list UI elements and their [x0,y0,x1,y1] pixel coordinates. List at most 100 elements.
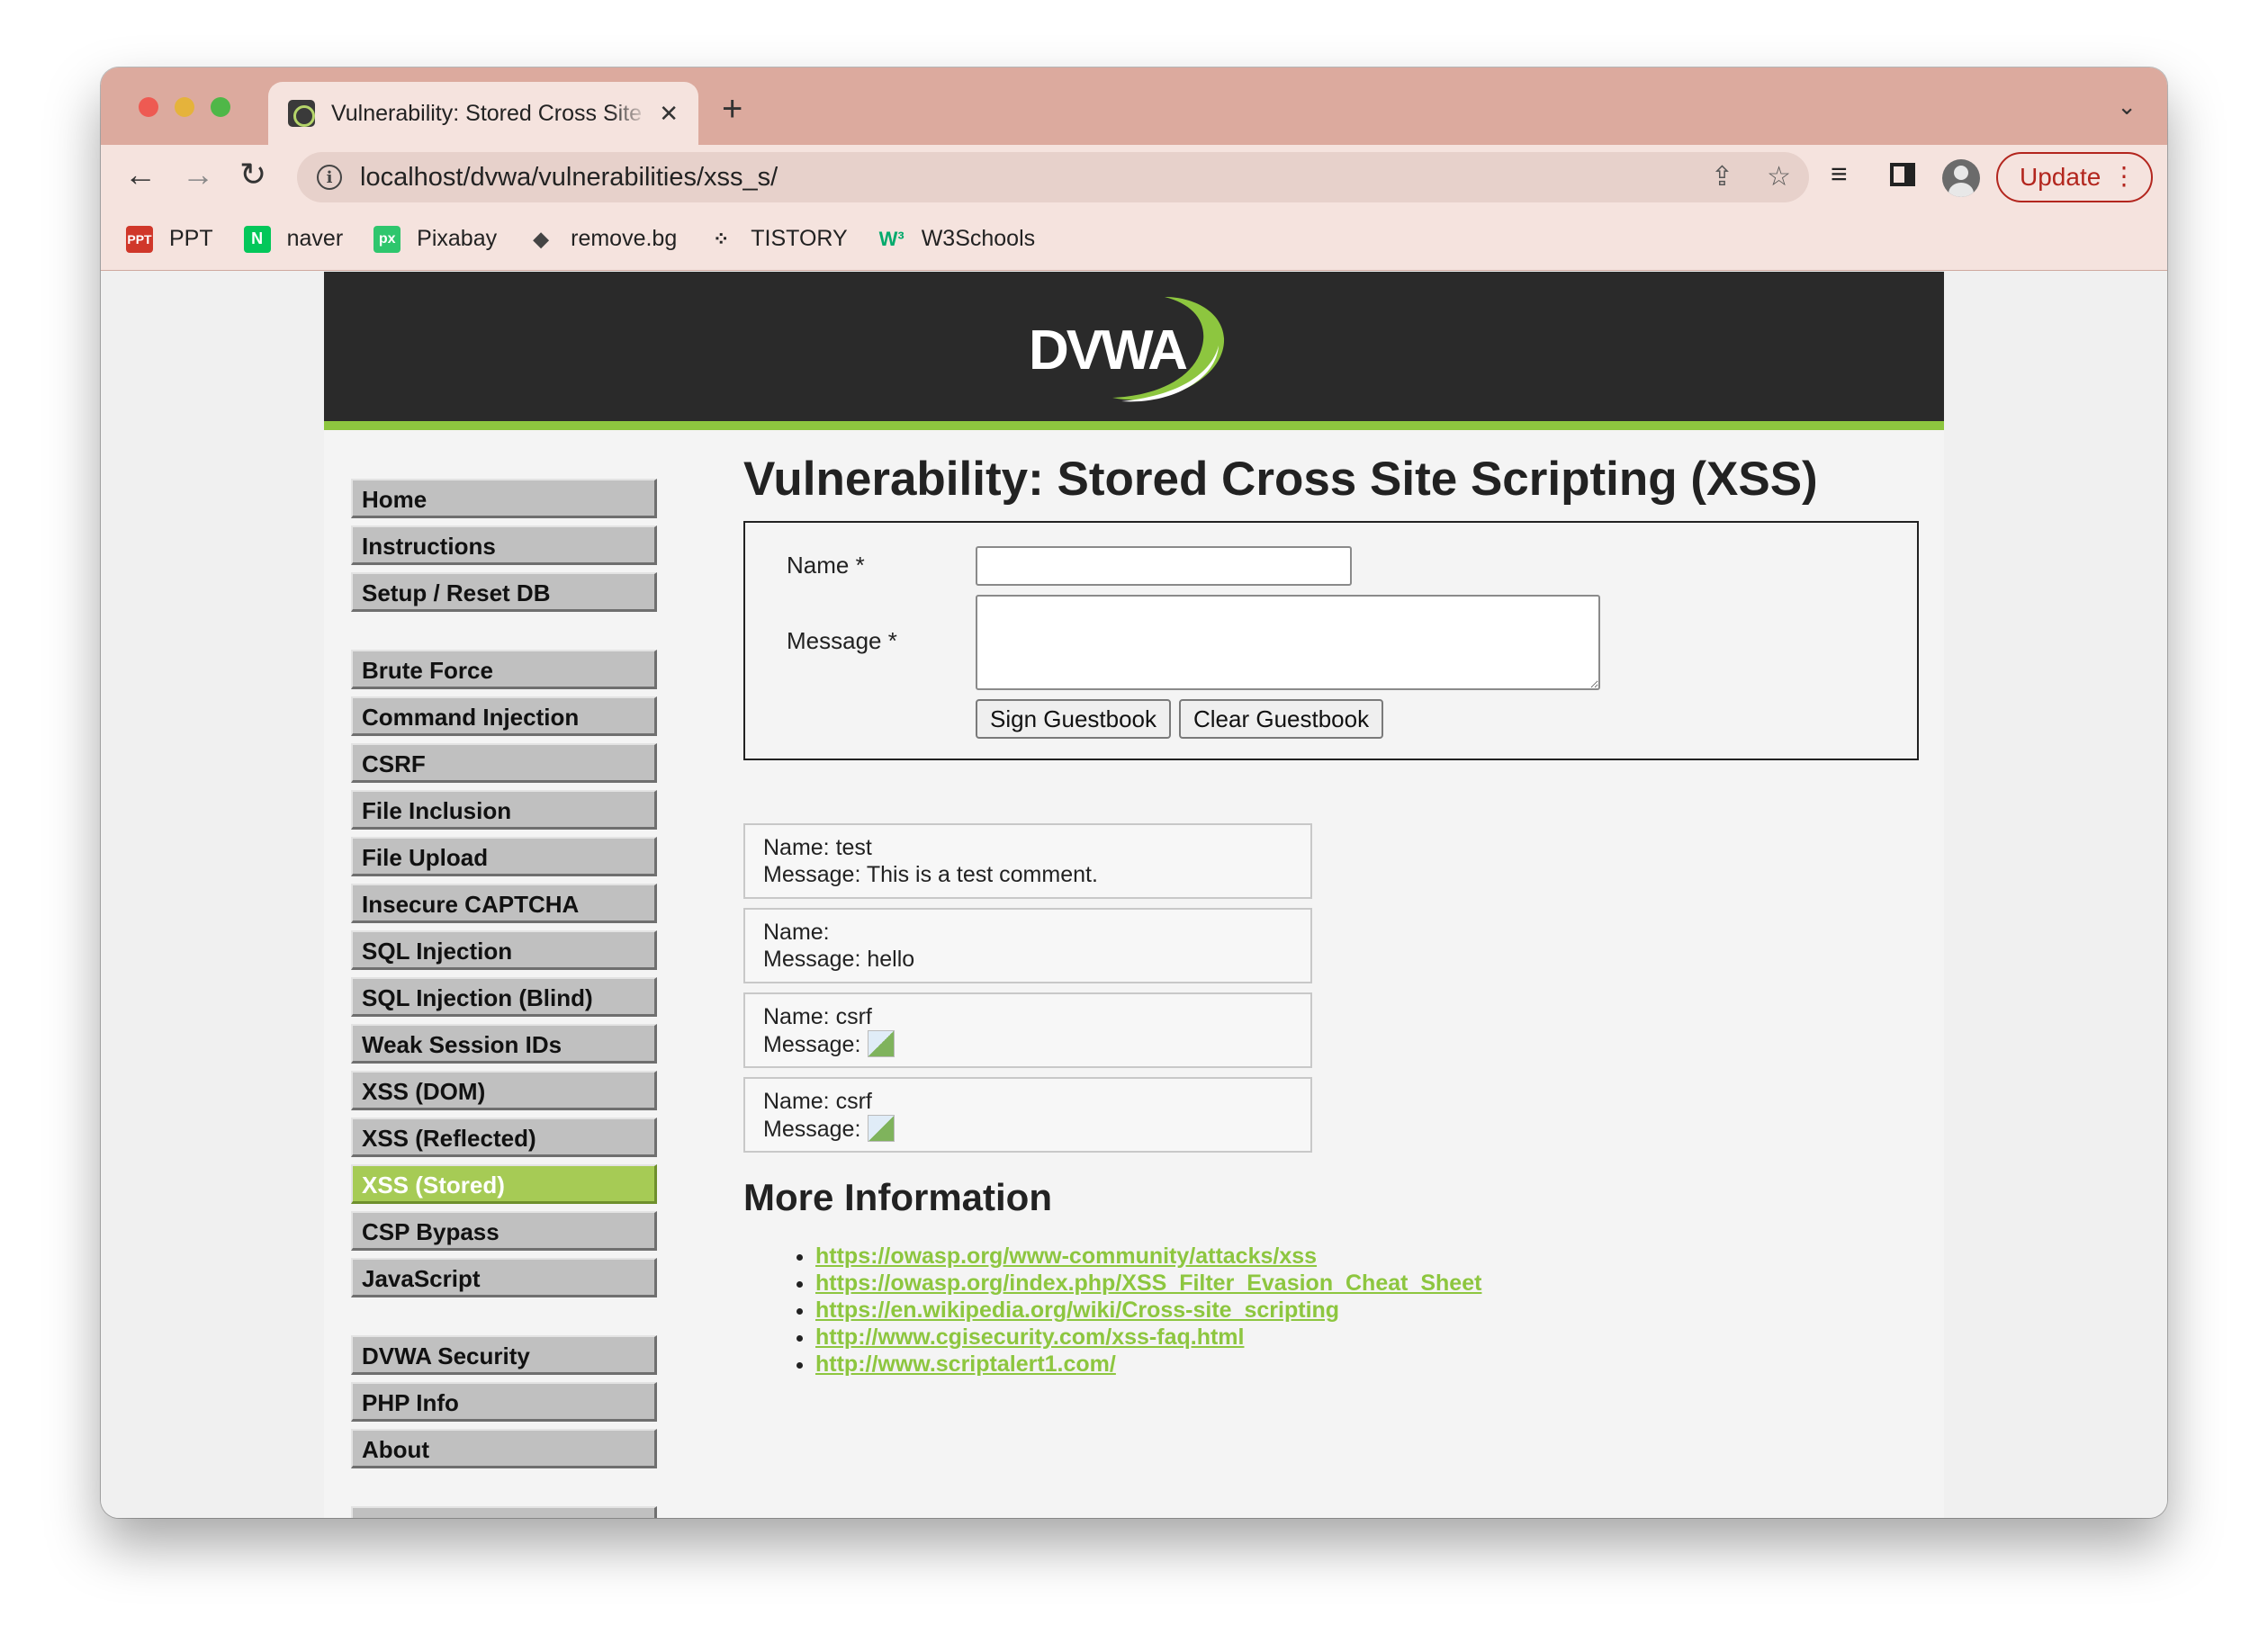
bookmarks-bar: PPT PPT N naver px Pixabay ◆ remove.bg ⁘… [101,208,2167,271]
name-field[interactable] [976,546,1352,586]
update-button[interactable]: Update ⋮ [1996,152,2153,202]
menu-item-sql-injection-blind[interactable]: SQL Injection (Blind) [351,977,657,1017]
menu-item-csp-bypass[interactable]: CSP Bypass [351,1211,657,1251]
guestbook-entry: Name: csrf Message: [743,1077,1312,1153]
menu-item-dvwa-security[interactable]: DVWA Security [351,1335,657,1375]
tab-strip: Vulnerability: Stored Cross Site Scripti… [101,67,2167,145]
share-icon[interactable]: ⇪ [1711,161,1733,193]
bookmark-label: PPT [169,226,213,251]
menu-item-file-inclusion[interactable]: File Inclusion [351,790,657,830]
dvwa-favicon-icon [288,100,315,127]
logo-text: DVWA [1029,319,1188,382]
list-item: https://owasp.org/index.php/XSS_Filter_E… [815,1270,1931,1297]
sign-guestbook-button[interactable]: Sign Guestbook [976,699,1172,739]
menu-group-3: DVWA Security PHP Info About [351,1335,657,1468]
reading-list-icon[interactable]: ≡ [1831,157,1848,191]
bookmark-removebg[interactable]: ◆ remove.bg [527,226,678,253]
menu-group-1: Home Instructions Setup / Reset DB [351,479,657,612]
update-label: Update [2020,163,2102,191]
entry-message: Message: hello [763,947,915,972]
tab-search-chevron-icon[interactable]: ⌄ [2117,93,2137,121]
reference-link[interactable]: https://owasp.org/index.php/XSS_Filter_E… [815,1270,1481,1296]
bookmark-label: remove.bg [571,226,678,251]
message-field[interactable] [976,595,1600,690]
forward-arrow-icon[interactable]: → [182,156,214,193]
guestbook-entries: Name: test Message: This is a test comme… [743,823,1931,1153]
entry-name: Name: test [763,835,872,860]
profile-avatar[interactable] [1942,159,1980,197]
menu-item-home[interactable]: Home [351,479,657,518]
guestbook-form: Name * Message * Sign Guestbook Clear Gu… [743,521,1919,760]
entry-message: Message: [763,1117,861,1142]
menu-item-file-upload[interactable]: File Upload [351,837,657,876]
site-info-icon[interactable]: i [317,165,342,190]
menu-item-logout[interactable]: Logout [351,1506,657,1518]
menu-item-setup[interactable]: Setup / Reset DB [351,572,657,612]
menu-item-php-info[interactable]: PHP Info [351,1382,657,1422]
bookmark-pixabay[interactable]: px Pixabay [374,225,498,253]
menu-item-sql-injection[interactable]: SQL Injection [351,930,657,970]
list-item: http://www.scriptalert1.com/ [815,1351,1931,1378]
removebg-icon: ◆ [533,227,549,250]
menu-item-command-injection[interactable]: Command Injection [351,696,657,736]
menu-item-xss-dom[interactable]: XSS (DOM) [351,1071,657,1110]
sidebar-menu: Home Instructions Setup / Reset DB Brute… [351,479,657,1518]
menu-group-2: Brute Force Command Injection CSRF File … [351,650,657,1297]
menu-item-instructions[interactable]: Instructions [351,525,657,565]
bookmark-w3schools[interactable]: W³ W3Schools [878,226,1036,253]
close-window-button[interactable] [139,97,158,117]
menu-item-javascript[interactable]: JavaScript [351,1258,657,1297]
side-panel-icon[interactable] [1890,163,1915,186]
browser-window: Vulnerability: Stored Cross Site Scripti… [101,67,2167,1518]
page-viewport[interactable]: DVWA Home Instructions Setup / Reset DB … [101,272,2167,1518]
menu-item-brute-force[interactable]: Brute Force [351,650,657,689]
entry-message: Message: This is a test comment. [763,862,1098,887]
dvwa-logo: DVWA [1017,288,1251,414]
naver-icon: N [243,225,271,253]
entry-name: Name: [763,920,830,945]
entry-name: Name: csrf [763,1089,872,1114]
menu-item-xss-stored[interactable]: XSS (Stored) [351,1164,657,1204]
back-arrow-icon[interactable]: ← [124,156,157,193]
guestbook-entry: Name: test Message: This is a test comme… [743,823,1312,899]
bookmark-label: TISTORY [751,226,848,251]
menu-item-weak-session-ids[interactable]: Weak Session IDs [351,1024,657,1064]
reference-link[interactable]: http://www.cgisecurity.com/xss-faq.html [815,1324,1244,1350]
menu-item-xss-reflected[interactable]: XSS (Reflected) [351,1118,657,1157]
list-item: http://www.cgisecurity.com/xss-faq.html [815,1324,1931,1351]
guestbook-entry: Name: Message: hello [743,908,1312,983]
bookmark-label: Pixabay [417,226,498,251]
address-bar[interactable]: i localhost/dvwa/vulnerabilities/xss_s/ … [297,152,1809,202]
entry-message: Message: [763,1032,861,1057]
reference-link[interactable]: https://owasp.org/www-community/attacks/… [815,1243,1317,1269]
menu-item-csrf[interactable]: CSRF [351,743,657,783]
entry-message-row: Message: [763,1115,1310,1143]
menu-item-insecure-captcha[interactable]: Insecure CAPTCHA [351,884,657,923]
maximize-window-button[interactable] [211,97,230,117]
minimize-window-button[interactable] [175,97,194,117]
browser-toolbar: ← → ↻ i localhost/dvwa/vulnerabilities/x… [101,145,2167,208]
list-item: https://owasp.org/www-community/attacks/… [815,1243,1931,1270]
name-label: Name * [787,552,865,579]
bookmark-tistory[interactable]: ⁘ TISTORY [707,226,848,253]
reference-link[interactable]: https://en.wikipedia.org/wiki/Cross-site… [815,1297,1339,1323]
active-tab[interactable]: Vulnerability: Stored Cross Site Scripti… [268,82,698,145]
new-tab-icon[interactable]: + [722,89,742,130]
menu-dots-icon[interactable]: ⋮ [2111,161,2137,191]
reference-link[interactable]: http://www.scriptalert1.com/ [815,1351,1116,1377]
clear-guestbook-button[interactable]: Clear Guestbook [1179,699,1384,739]
bookmark-star-icon[interactable]: ☆ [1767,161,1791,193]
reload-icon[interactable]: ↻ [239,156,266,193]
tistory-icon: ⁘ [713,227,730,250]
main-content: Vulnerability: Stored Cross Site Scripti… [743,452,1931,1378]
broken-image-icon [868,1030,896,1057]
menu-item-about[interactable]: About [351,1429,657,1468]
dvwa-page: DVWA Home Instructions Setup / Reset DB … [324,272,1944,1518]
bookmark-ppt[interactable]: PPT PPT [126,225,213,253]
tab-close-icon[interactable]: ✕ [659,100,679,128]
guestbook-entry: Name: csrf Message: [743,992,1312,1068]
entry-name: Name: csrf [763,1004,872,1029]
url-text[interactable]: localhost/dvwa/vulnerabilities/xss_s/ [360,163,778,193]
w3schools-icon: W³ [878,227,904,250]
bookmark-naver[interactable]: N naver [243,225,343,253]
